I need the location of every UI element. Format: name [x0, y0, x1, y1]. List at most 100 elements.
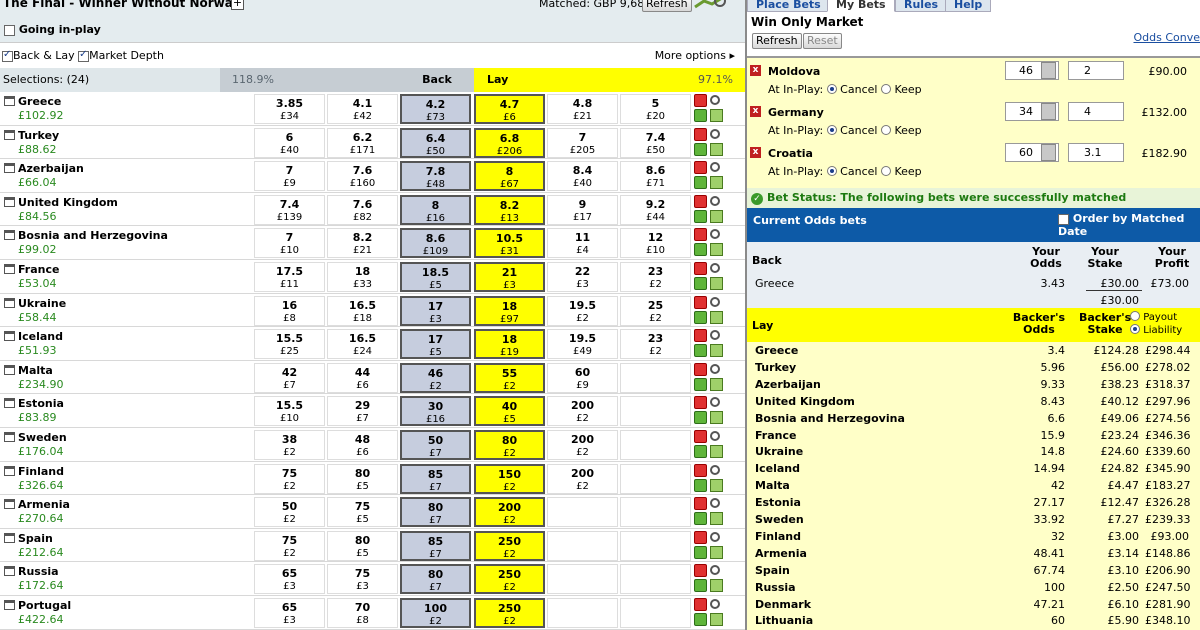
runner-name[interactable]: Bosnia and Herzegovina — [4, 229, 168, 242]
chart-icon[interactable] — [4, 297, 15, 308]
lay-price-cell[interactable]: 4.7 £6 — [474, 94, 545, 124]
lay-price-cell[interactable] — [620, 362, 691, 393]
lay-price-cell[interactable] — [620, 564, 691, 595]
back-price-cell[interactable]: 6.2 £171 — [327, 127, 398, 158]
cancel-bet-icon[interactable]: x — [750, 65, 761, 76]
back-price-cell[interactable]: 100 £2 — [400, 598, 471, 628]
lay-price-cell[interactable] — [620, 497, 691, 528]
back-price-cell[interactable]: 85 £7 — [400, 530, 471, 561]
remove-icon[interactable] — [694, 497, 707, 511]
lay-price-cell[interactable] — [547, 598, 618, 628]
lay-price-cell[interactable]: 8 £67 — [474, 161, 545, 192]
lay-price-cell[interactable] — [620, 530, 691, 561]
magnify-icon[interactable] — [710, 330, 720, 341]
graph-icon[interactable] — [694, 377, 707, 391]
lay-price-cell[interactable]: 4.8 £21 — [547, 94, 618, 124]
info-icon[interactable] — [710, 512, 723, 526]
lay-price-cell[interactable]: 21 £3 — [474, 262, 545, 292]
lay-price-cell[interactable]: 200 £2 — [547, 430, 618, 460]
info-icon[interactable] — [710, 377, 723, 391]
runner-name[interactable]: Portugal — [4, 599, 71, 612]
back-price-cell[interactable]: 8.2 £21 — [327, 228, 398, 259]
magnify-icon[interactable] — [710, 195, 720, 206]
lay-price-cell[interactable]: 200 £2 — [474, 497, 545, 528]
tab-help[interactable]: Help — [945, 0, 992, 12]
magnify-icon[interactable] — [710, 162, 720, 173]
lay-price-cell[interactable]: 12 £10 — [620, 228, 691, 259]
chart-icon[interactable] — [4, 465, 15, 476]
info-icon[interactable] — [710, 142, 723, 156]
back-price-cell[interactable]: 7.8 £48 — [400, 161, 471, 192]
back-price-cell[interactable]: 6.4 £50 — [400, 127, 471, 158]
lay-price-cell[interactable]: 18 £97 — [474, 295, 545, 326]
lay-price-cell[interactable]: 18 £19 — [474, 329, 545, 360]
tab-place-bets[interactable]: Place Bets — [747, 0, 830, 12]
magnify-icon[interactable] — [710, 128, 720, 139]
back-price-cell[interactable]: 7.6 £160 — [327, 161, 398, 192]
info-icon[interactable] — [710, 176, 723, 190]
info-icon[interactable] — [710, 613, 723, 626]
lay-price-cell[interactable]: 7 £205 — [547, 127, 618, 158]
chart-icon[interactable] — [4, 331, 15, 342]
lay-price-cell[interactable]: 8.2 £13 — [474, 194, 545, 225]
back-price-cell[interactable]: 18.5 £5 — [400, 262, 471, 292]
chart-icon[interactable] — [4, 264, 15, 274]
odds-converter-link[interactable]: Odds Conve — [1133, 31, 1200, 44]
back-price-cell[interactable]: 30 £16 — [400, 396, 471, 427]
lay-price-cell[interactable]: 55 £2 — [474, 362, 545, 393]
odds-stepper[interactable] — [1041, 103, 1056, 120]
magnify-icon[interactable] — [710, 296, 720, 307]
cancel-bet-icon[interactable]: x — [750, 147, 761, 158]
magnify-icon[interactable] — [710, 363, 720, 374]
back-price-cell[interactable]: 17.5 £11 — [254, 262, 325, 292]
runner-name[interactable]: Spain — [4, 532, 53, 545]
graph-icon[interactable] — [694, 579, 707, 593]
back-price-cell[interactable]: 80 £7 — [400, 564, 471, 595]
graph-icon[interactable] — [694, 613, 707, 626]
back-price-cell[interactable]: 18 £33 — [327, 262, 398, 292]
runner-name[interactable]: United Kingdom — [4, 196, 118, 209]
lay-price-cell[interactable]: 200 £2 — [547, 463, 618, 494]
stake-input[interactable]: 4 — [1068, 102, 1124, 121]
lay-price-cell[interactable]: 10.5 £31 — [474, 228, 545, 259]
runner-name[interactable]: Sweden — [4, 431, 67, 444]
magnify-icon[interactable] — [710, 565, 720, 576]
refresh-button[interactable]: Refresh — [642, 0, 692, 12]
payout-radio[interactable] — [1130, 311, 1140, 321]
lay-price-cell[interactable] — [547, 564, 618, 595]
back-price-cell[interactable]: 7 £10 — [254, 228, 325, 259]
graph-icon[interactable] — [694, 545, 707, 559]
chart-icon[interactable] — [4, 398, 15, 409]
lay-price-cell[interactable] — [620, 396, 691, 427]
remove-icon[interactable] — [694, 530, 707, 544]
more-options-link[interactable]: More options ▸ — [655, 49, 735, 62]
magnify-icon[interactable] — [710, 531, 720, 542]
chart-icon[interactable] — [4, 364, 15, 375]
back-price-cell[interactable]: 7.6 £82 — [327, 194, 398, 225]
chart-icon[interactable] — [4, 499, 15, 510]
chart-icon[interactable] — [4, 566, 15, 577]
remove-icon[interactable] — [694, 295, 707, 309]
lay-price-cell[interactable]: 5 £20 — [620, 94, 691, 124]
lay-price-cell[interactable]: 80 £2 — [474, 430, 545, 460]
back-price-cell[interactable]: 8 £16 — [400, 194, 471, 225]
going-inplay-checkbox[interactable] — [4, 24, 15, 36]
magnify-icon[interactable] — [710, 229, 720, 240]
runner-name[interactable]: Azerbaijan — [4, 162, 84, 175]
lay-price-cell[interactable]: 8.6 £71 — [620, 161, 691, 192]
cancel-radio[interactable] — [826, 166, 837, 176]
remove-icon[interactable] — [694, 228, 707, 242]
runner-name[interactable]: Turkey — [4, 129, 59, 142]
going-inplay[interactable]: Going in-play — [4, 23, 101, 36]
back-price-cell[interactable]: 80 £5 — [327, 463, 398, 494]
graph-icon[interactable] — [694, 478, 707, 492]
graph-icon[interactable] — [694, 109, 707, 122]
lay-price-cell[interactable]: 25 £2 — [620, 295, 691, 326]
back-price-cell[interactable]: 80 £7 — [400, 497, 471, 528]
back-price-cell[interactable]: 50 £7 — [400, 430, 471, 460]
remove-icon[interactable] — [694, 194, 707, 208]
runner-name[interactable]: Armenia — [4, 498, 70, 511]
lay-price-cell[interactable]: 250 £2 — [474, 564, 545, 595]
chart-icon[interactable] — [4, 432, 15, 442]
magnify-icon[interactable] — [710, 397, 720, 408]
